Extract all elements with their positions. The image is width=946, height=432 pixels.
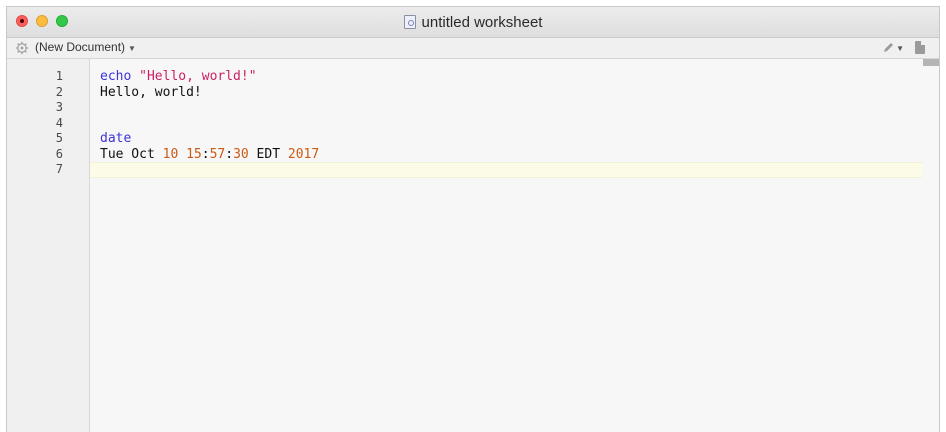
number-token: 15 [186, 146, 202, 162]
window-title: untitled worksheet [421, 13, 543, 31]
line-number: 6 [55, 146, 63, 161]
worksheet-window: untitled worksheet (New Document) ▼ ▼ 1 … [6, 6, 940, 432]
document-menu-label: (New Document) [35, 40, 126, 54]
code-area[interactable]: echo "Hello, world!" Hello, world! date … [90, 69, 923, 178]
navigation-bar: (New Document) ▼ ▼ [7, 38, 939, 59]
string-literal: "Hello, world!" [139, 69, 257, 84]
command-keyword: echo [100, 69, 132, 84]
line-number: 5 [55, 131, 63, 145]
worksheet-editor[interactable]: 1 2 3 4 5 6 7 echo "Hello, world!" Hello… [7, 59, 939, 432]
command-keyword: date [100, 131, 132, 146]
worksheet-document-icon[interactable] [403, 15, 416, 29]
pen-icon [884, 42, 894, 52]
page-icon[interactable] [915, 41, 925, 54]
line-number-gutter: 1 2 3 4 5 6 7 [7, 59, 90, 432]
scrollbar-thumb[interactable] [923, 59, 939, 66]
code-line-echo-output[interactable]: Hello, world! [90, 85, 923, 101]
title-bar[interactable]: untitled worksheet [7, 7, 939, 38]
line-number: 7 [55, 162, 63, 176]
chevron-down-icon: ▼ [128, 44, 136, 53]
pen-menu[interactable]: ▼ [883, 41, 904, 53]
number-token: 10 [162, 146, 179, 162]
code-line-echo-command[interactable]: echo "Hello, world!" [90, 69, 923, 85]
code-line-blank[interactable] [90, 100, 923, 116]
window-title-group: untitled worksheet [7, 7, 939, 37]
current-line[interactable] [90, 162, 923, 178]
code-line-date-command[interactable]: date [90, 131, 923, 147]
line-number: 1 [55, 69, 63, 83]
line-numbers: 1 2 3 4 5 6 7 [56, 69, 63, 178]
chevron-down-icon: ▼ [896, 44, 904, 53]
output-text: : [201, 146, 210, 162]
line-number: 3 [55, 100, 63, 114]
line-number: 2 [55, 84, 63, 99]
number-token: 57 [209, 146, 226, 162]
number-token: 2017 [287, 146, 320, 162]
document-menu[interactable]: (New Document) ▼ [35, 40, 136, 54]
line-number: 4 [55, 115, 63, 130]
output-text: EDT [248, 146, 288, 162]
code-line-blank[interactable] [90, 116, 923, 132]
code-line-date-output[interactable]: Tue Oct 10 15:57:30 EDT 2017 [90, 147, 923, 163]
number-token: 30 [233, 146, 249, 162]
output-text: : [225, 146, 234, 162]
output-text: Tue Oct [100, 146, 163, 162]
command-output: Hello, world! [100, 84, 202, 100]
vertical-scrollbar[interactable] [923, 59, 939, 432]
gear-icon[interactable] [15, 41, 29, 55]
